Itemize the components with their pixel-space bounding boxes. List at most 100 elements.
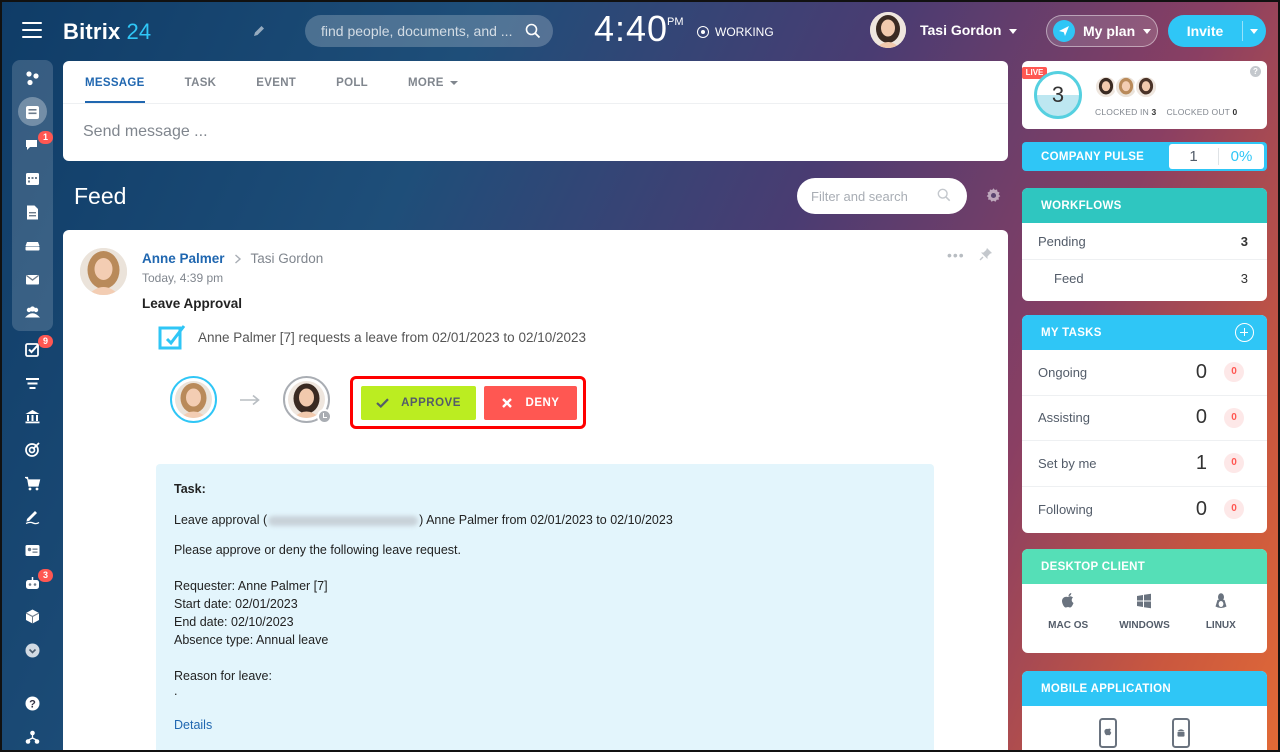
rocket-icon <box>1053 20 1075 42</box>
sidebar-item-crm[interactable] <box>12 367 53 400</box>
tasks-badge: 9 <box>38 335 53 349</box>
company-pulse[interactable]: COMPANY PULSE 1 0% <box>1022 142 1267 171</box>
workflow-row-pending[interactable]: Pending 3 <box>1022 223 1267 260</box>
invite-button[interactable]: Invite <box>1168 15 1266 47</box>
automation-badge: 3 <box>38 568 53 582</box>
sidebar-item-employees[interactable] <box>12 296 53 329</box>
sidebar-item-structure[interactable] <box>12 720 53 752</box>
task-row-set-by-me[interactable]: Set by me 1 0 <box>1022 441 1267 487</box>
timeman-widget[interactable]: LIVE 3 CLOCKED IN 3 CLOCKED OUT 0 ? <box>1022 61 1267 129</box>
download-macos[interactable]: MAC OS <box>1033 592 1103 631</box>
sidebar-item-shop[interactable] <box>12 467 53 500</box>
recipient-link[interactable]: Tasi Gordon <box>251 251 324 266</box>
sidebar-item-sites[interactable] <box>12 62 53 95</box>
author-link[interactable]: Anne Palmer <box>142 251 225 266</box>
task-row-following[interactable]: Following 0 0 <box>1022 487 1267 533</box>
help-icon[interactable]: ? <box>1250 66 1261 77</box>
workflow-row-value: 3 <box>1240 271 1248 286</box>
workflow-row-feed[interactable]: Feed 3 <box>1022 260 1267 297</box>
macos-label: MAC OS <box>1048 620 1089 631</box>
company-pulse-label: COMPANY PULSE <box>1041 150 1145 163</box>
tab-more[interactable]: MORE <box>408 61 458 103</box>
details-link[interactable]: Details <box>174 718 212 732</box>
clock[interactable]: 4:40 PM <box>594 8 684 50</box>
drive-icon <box>25 242 40 251</box>
edit-logo-icon[interactable] <box>252 24 266 38</box>
chevron-down-icon[interactable] <box>1250 28 1258 34</box>
chevron-right-icon <box>234 253 241 264</box>
tab-message[interactable]: MESSAGE <box>85 61 145 103</box>
sidebar-item-marketing[interactable] <box>12 433 53 466</box>
approve-button[interactable]: APPROVE <box>361 386 476 420</box>
sidebar-item-documents[interactable] <box>12 196 53 229</box>
tab-poll[interactable]: POLL <box>336 61 368 103</box>
pin-icon[interactable] <box>979 247 993 261</box>
more-icon[interactable]: ••• <box>947 247 965 263</box>
sidebar-item-automation[interactable]: 3 <box>12 567 53 600</box>
sidebar-item-mail[interactable] <box>12 262 53 295</box>
task-row-label: Ongoing <box>1038 364 1088 380</box>
task-details: Task: Leave approval () Anne Palmer from… <box>156 464 934 752</box>
business-process-icon <box>158 325 186 350</box>
record-icon <box>697 26 709 38</box>
post-composer: MESSAGE TASK EVENT POLL MORE <box>63 61 1008 161</box>
company-pulse-value: 1 <box>1169 148 1219 165</box>
sidebar-item-drive[interactable] <box>12 229 53 262</box>
sidebar-item-inventory[interactable] <box>12 600 53 633</box>
search-icon[interactable] <box>525 23 541 39</box>
sidebar-item-sign[interactable] <box>12 500 53 533</box>
android-phone-icon[interactable] <box>1170 718 1192 748</box>
sidebar-item-calendar[interactable] <box>12 162 53 195</box>
sidebar-item-contact-card[interactable] <box>12 533 53 566</box>
tab-more-label: MORE <box>408 77 444 89</box>
sidebar-item-company[interactable] <box>12 400 53 433</box>
task-row-count: 0 <box>1195 497 1207 520</box>
download-linux[interactable]: LINUX <box>1186 592 1256 631</box>
chevron-down-icon <box>1009 28 1018 34</box>
calendar-icon <box>26 173 39 186</box>
sidebar-item-feed[interactable] <box>12 95 53 128</box>
composer-tabs: MESSAGE TASK EVENT POLL MORE <box>85 61 498 103</box>
menu-icon[interactable] <box>22 22 42 38</box>
sidebar-item-help[interactable]: ? <box>12 687 53 720</box>
workflows-title: WORKFLOWS <box>1022 188 1267 223</box>
user-menu[interactable]: Tasi Gordon <box>870 12 1018 48</box>
sidebar-item-more[interactable] <box>12 634 53 667</box>
work-status-label: WORKING <box>715 25 774 39</box>
deny-button[interactable]: DENY <box>484 386 577 420</box>
tab-event[interactable]: EVENT <box>256 61 296 103</box>
approval-flow <box>170 376 332 424</box>
my-tasks-widget: MY TASKS Ongoing 0 0 Assisting 0 0 Set by me… <box>1022 315 1267 533</box>
logo-number: 24 <box>126 19 152 44</box>
requester-avatar-image <box>175 381 212 418</box>
ios-phone-icon[interactable] <box>1097 718 1119 748</box>
clocked-in-avatars <box>1094 75 1158 99</box>
work-status[interactable]: WORKING <box>697 25 774 39</box>
approver-avatar[interactable] <box>283 376 332 424</box>
feed-filter <box>797 178 967 214</box>
tab-task[interactable]: TASK <box>185 61 217 103</box>
task-row-assisting[interactable]: Assisting 0 0 <box>1022 396 1267 441</box>
search-icon[interactable] <box>937 188 951 202</box>
download-windows[interactable]: WINDOWS <box>1109 592 1179 631</box>
clocked-out-label: CLOCKED OUT <box>1166 107 1230 117</box>
requester-avatar[interactable] <box>170 376 217 423</box>
author-avatar[interactable] <box>80 248 127 295</box>
feed-filter-input[interactable] <box>811 178 936 214</box>
sidebar-item-tasks[interactable]: 9 <box>12 333 53 366</box>
task-row-ongoing[interactable]: Ongoing 0 0 <box>1022 350 1267 396</box>
task-row-badge: 0 <box>1224 362 1244 383</box>
task-line-suffix: ) Anne Palmer from 02/01/2023 to 02/10/2… <box>419 513 673 527</box>
sidebar-item-chat[interactable]: 1 <box>12 129 53 162</box>
gear-icon[interactable] <box>985 187 1002 204</box>
logo[interactable]: Bitrix 24 <box>63 19 151 45</box>
sign-icon <box>25 511 40 525</box>
inventory-icon <box>25 609 40 624</box>
workflows-widget: WORKFLOWS Pending 3 Feed 3 <box>1022 188 1267 301</box>
my-plan-button[interactable]: My plan <box>1046 15 1158 47</box>
help-icon: ? <box>25 696 40 711</box>
search-input[interactable] <box>321 15 516 47</box>
composer-divider <box>63 103 1008 104</box>
message-input[interactable] <box>83 117 983 147</box>
add-task-icon[interactable] <box>1235 323 1254 342</box>
